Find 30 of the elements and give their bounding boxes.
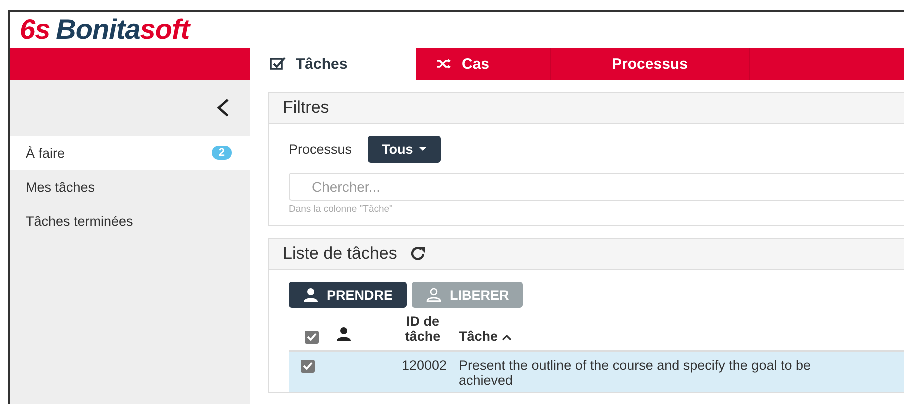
column-header[interactable]: ID de tâche <box>399 314 447 344</box>
table-cell: Present the outline of the course and specify the goal to be achieved <box>459 358 811 388</box>
table-cell: 120002 <box>402 358 447 373</box>
bonitasoft-logo: 6s Bonitasoft <box>20 14 190 46</box>
collapse-icon[interactable] <box>216 98 230 118</box>
select-all-checkbox[interactable] <box>305 330 319 344</box>
nav-tab[interactable]: Cas <box>416 48 550 80</box>
process-dropdown[interactable]: Tous <box>368 136 442 163</box>
sidebar-item[interactable]: Tâches terminées <box>10 204 250 238</box>
sidebar-item[interactable]: À faire 2 <box>10 136 250 170</box>
process-label: Processus <box>289 142 352 157</box>
caret-icon <box>419 147 428 152</box>
shuffle-icon <box>436 59 451 69</box>
sidebar-item[interactable]: Mes tâches <box>10 170 250 204</box>
user-icon <box>303 288 319 302</box>
column-header[interactable]: Tâche <box>459 329 498 344</box>
nav-tab[interactable]: Tâches <box>250 48 416 80</box>
count-badge: 2 <box>212 146 232 160</box>
sort-up-icon[interactable] <box>502 335 512 341</box>
search-hint: Dans la colonne "Tâche" <box>289 204 394 215</box>
action-button[interactable]: PRENDRE <box>289 282 408 308</box>
checkbox-icon <box>270 57 286 70</box>
user-icon <box>426 288 442 302</box>
panel-title: Liste de tâches <box>283 244 398 264</box>
search-field[interactable]: Chercher... <box>289 173 904 201</box>
user-icon <box>335 327 353 341</box>
row-checkbox[interactable] <box>301 360 315 372</box>
refresh-icon[interactable] <box>409 245 428 263</box>
nav-tab[interactable]: Processus <box>550 48 750 80</box>
panel-title: Filtres <box>283 98 330 118</box>
